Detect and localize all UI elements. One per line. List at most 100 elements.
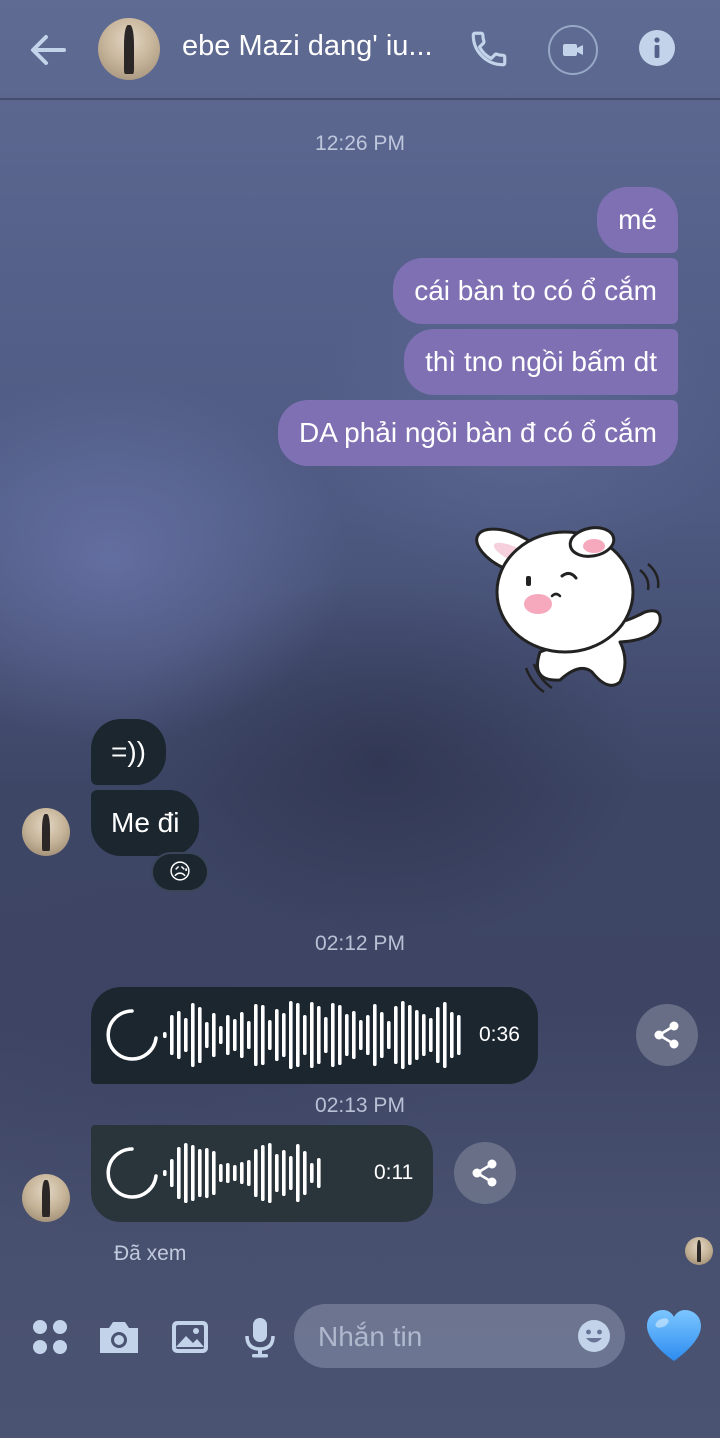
contact-avatar-small[interactable] [22,1174,70,1222]
waveform-bar [317,1006,321,1064]
info-icon[interactable] [638,29,676,67]
voice-duration: 0:36 [479,1023,520,1046]
share-icon [654,1021,679,1049]
waveform-bar [170,1015,174,1055]
waveform-bar [429,1018,433,1052]
message-reaction[interactable]: 😥 [151,852,209,892]
contact-name[interactable]: ebe Mazi dang' iu... [182,30,452,63]
waveform-bar [310,1163,314,1183]
waveform-bar [289,1001,293,1069]
share-icon [472,1159,497,1187]
waveform-bar [275,1154,279,1192]
waveform-bar [212,1151,216,1195]
waveform-bar [177,1147,181,1199]
waveform-bar [373,1004,377,1066]
waveform-bar [184,1018,188,1052]
loading-spinner-icon[interactable] [105,1008,159,1062]
waveform[interactable] [163,1137,363,1209]
incoming-message[interactable]: =)) [91,719,166,785]
contact-avatar[interactable] [98,18,160,80]
waveform-bar [457,1015,461,1055]
gallery-icon[interactable] [167,1314,213,1360]
waveform-bar [401,1001,405,1069]
seen-avatar [685,1237,713,1265]
waveform-bar [282,1150,286,1196]
waveform[interactable] [163,999,463,1071]
waveform-bar [233,1165,237,1181]
heart-icon [647,1310,701,1361]
waveform-bar [247,1021,251,1049]
waveform-bar [450,1012,454,1058]
waveform-bar [198,1149,202,1197]
like-heart-button[interactable] [645,1309,703,1363]
loading-spinner-icon[interactable] [105,1146,159,1200]
message-input[interactable] [316,1304,570,1370]
waveform-bar [303,1015,307,1055]
menu-grid-icon[interactable] [27,1314,73,1360]
waveform-bar [191,1003,195,1067]
waveform-bar [219,1164,223,1182]
waveform-bar [240,1012,244,1058]
microphone-icon[interactable] [237,1314,283,1360]
outgoing-message[interactable]: DA phải ngồi bàn đ có ổ cắm [277,400,678,466]
voice-message[interactable]: 0:11 [91,1125,433,1222]
waveform-bar [163,1170,167,1176]
waveform-bar [226,1015,230,1055]
waveform-bar [275,1009,279,1061]
waveform-bar [443,1002,447,1068]
waveform-bar [254,1149,258,1197]
waveform-bar [261,1145,265,1201]
camera-icon[interactable] [96,1314,142,1360]
bunny-sticker[interactable] [470,512,670,697]
waveform-bar [198,1007,202,1063]
message-input-container[interactable] [294,1304,625,1370]
waveform-bar [345,1014,349,1056]
voice-duration: 0:11 [374,1161,414,1184]
timestamp: 02:12 PM [315,932,405,955]
back-arrow-icon[interactable] [28,30,68,70]
phone-call-icon[interactable] [468,28,510,70]
waveform-bar [415,1010,419,1060]
waveform-bar [324,1017,328,1053]
waveform-bar [387,1021,391,1049]
outgoing-message[interactable]: thì tno ngồi bấm dt [404,329,678,395]
waveform-bar [331,1003,335,1067]
share-button[interactable] [636,1004,698,1066]
timestamp: 12:26 PM [315,132,405,155]
waveform-bar [205,1148,209,1198]
waveform-bar [303,1151,307,1195]
waveform-bar [247,1160,251,1186]
waveform-bar [233,1019,237,1051]
header-divider [0,98,720,100]
contact-avatar-small[interactable] [22,808,70,856]
waveform-bar [212,1013,216,1057]
voice-message[interactable]: 0:36 [91,987,538,1084]
waveform-bar [296,1003,300,1067]
emoji-icon[interactable] [577,1319,611,1353]
video-call-icon[interactable] [548,25,598,75]
seen-status: Đã xem [114,1242,187,1265]
waveform-bar [352,1011,356,1059]
waveform-bar [184,1143,188,1203]
incoming-message[interactable]: Me đi [91,790,200,856]
waveform-bar [240,1162,244,1184]
waveform-bar [359,1020,363,1050]
waveform-bar [261,1005,265,1065]
waveform-bar [170,1159,174,1187]
waveform-bar [436,1007,440,1063]
waveform-bar [205,1022,209,1048]
outgoing-message[interactable]: mé [597,187,678,253]
waveform-bar [282,1013,286,1057]
waveform-bar [177,1011,181,1059]
waveform-bar [268,1020,272,1050]
outgoing-message[interactable]: cái bàn to có ổ cắm [393,258,678,324]
waveform-bar [226,1163,230,1183]
waveform-bar [289,1156,293,1190]
waveform-bar [268,1143,272,1203]
waveform-bar [380,1012,384,1058]
waveform-bar [422,1014,426,1056]
waveform-bar [254,1004,258,1066]
waveform-bar [338,1005,342,1065]
share-button[interactable] [454,1142,516,1204]
waveform-bar [366,1015,370,1055]
